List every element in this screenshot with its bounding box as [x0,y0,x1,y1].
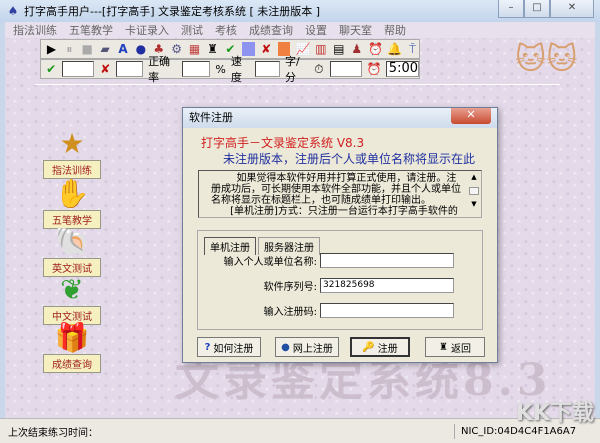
unregistered-notice: 未注册版本，注册后个人或单位名称将显示在此 [223,152,476,166]
stopwatch-icon: ⏱ [314,62,324,76]
scrollbar[interactable]: ▲ ▼ [468,172,480,216]
code-label: 输入注册码: [263,306,317,318]
sidebar-item-scores[interactable]: 🎁 成绩查询 [43,322,101,373]
question-icon: ? [204,341,211,353]
register-button[interactable]: 🔑 注册 [350,337,410,357]
stop-icon[interactable]: ■ [81,42,94,56]
menu-item[interactable]: 指法训练 [13,22,57,38]
dialog-close-button[interactable]: ✕ [451,108,491,124]
window-title: 打字高手用户---[打字高手] 文录鉴定考核系统 [ 未注册版本 ] [24,5,321,18]
menu-item[interactable]: 帮助 [384,22,406,38]
stats-bar: ✔ ✘ 正确率 % 速度 字/分 ⏱ ⏰ 5:00 [40,55,420,84]
users-icon[interactable]: ● [134,42,147,56]
speed-label: 速度 [230,55,242,84]
correct-icon: ✔ [46,62,57,76]
hand-icon: ✋ [54,177,90,210]
menu-item[interactable]: 测试 [181,22,203,38]
shell-icon: 🐚 [54,225,90,258]
font-icon[interactable]: A [117,42,130,56]
nic-id: NIC_ID:04D4C4F1A6A7 [461,425,577,437]
lamp-icon: ♜ [439,341,448,353]
book-icon[interactable]: ▰ [99,42,112,56]
close-button[interactable]: ✕ [550,0,594,18]
sidebar-item-wubi[interactable]: ✋ 五笔教学 [43,178,101,229]
minimize-button[interactable]: – [498,0,524,18]
maximize-button[interactable]: □ [524,0,550,18]
wrong-count [116,61,144,77]
key-icon: 🔑 [362,341,375,353]
sidebar-item-typing-practice[interactable]: ★ 指法训练 [43,128,101,179]
accuracy-value [182,61,211,77]
menu-item[interactable]: 设置 [305,22,327,38]
status-bar: 上次结束练习时间： NIC_ID:04D4C4F1A6A7 [0,418,600,443]
bell-icon[interactable]: 🔔 [387,42,402,56]
sidebar-item-chinese-test[interactable]: ❦ 中文测试 [43,274,101,325]
watermark: KK下载 [515,401,594,426]
correct-count [62,61,95,77]
color-grid-icon[interactable]: ▦ [188,42,201,56]
alarm-clock-icon[interactable]: ⏰ [368,42,383,56]
menu-item[interactable]: 考核 [215,22,237,38]
menu-item[interactable]: 卡证录入 [125,22,169,38]
speed-unit: 字/分 [285,55,300,84]
sidebar-item-english-test[interactable]: 🐚 英文测试 [43,226,101,277]
notebook-icon[interactable]: ▤ [332,42,345,56]
pause-icon[interactable]: ⏸ [63,42,76,56]
info-text-box: 如果觉得本软件好用并打算正式使用，请注册。注册成功后，可长期使用本软件全部功能，… [198,170,482,218]
countdown-timer: 5:00 [385,61,419,77]
name-label: 输入个人或单位名称: [223,256,317,268]
divider [35,84,560,85]
serial-input[interactable]: 321825698 [320,277,454,293]
elapsed-time [329,61,362,77]
bar-chart-icon[interactable]: ▥ [314,42,327,56]
play-icon[interactable]: ▶ [45,42,58,56]
plant-icon: ❦ [60,273,84,306]
app-icon: ♠ [7,4,19,18]
back-button[interactable]: ♜ 返回 [425,337,485,357]
menu-item[interactable]: 五笔教学 [69,22,113,38]
menu-item[interactable]: 聊天室 [339,22,372,38]
speed-value [255,61,281,77]
accuracy-label: 正确率 [148,55,171,84]
menu-item[interactable]: 成绩查询 [249,22,293,38]
online-register-button[interactable]: ● 网上注册 [275,337,339,357]
star-icon: ★ [59,127,85,160]
globe-icon: ● [281,341,290,353]
wrong-icon: ✘ [100,62,111,76]
gift-icon: 🎁 [54,321,90,354]
percent-label: % [215,62,226,76]
people-icon[interactable]: ♟ [350,42,363,56]
register-dialog: 软件注册 ✕ 打字高手－文录鉴定系统 V8.3 未注册版本，注册后个人或单位名称… [182,107,498,363]
how-to-register-button[interactable]: ? 如何注册 [197,337,261,357]
exit-icon[interactable]: ⍑ [406,42,419,56]
lamp-icon[interactable]: ♜ [206,42,219,56]
last-practice-time: 上次结束练习时间： [0,423,455,439]
alarm-clock-icon: ⏰ [366,62,382,76]
menu-bar: 指法训练 五笔教学 卡证录入 测试 考核 成绩查询 设置 聊天室 帮助 [5,22,595,38]
dialog-title: 软件注册 [183,108,497,128]
code-input[interactable] [320,302,454,318]
cats-logo: 🐱🐱 [515,42,578,77]
dialog-heading: 打字高手－文录鉴定系统 V8.3 [201,136,365,150]
serial-label: 软件序列号: [263,281,317,293]
title-bar: ♠ 打字高手用户---[打字高手] 文录鉴定考核系统 [ 未注册版本 ] – □… [0,0,600,22]
info-text: 如果觉得本软件好用并打算正式使用，请注册。注册成功后，可长期使用本软件全部功能，… [211,173,461,217]
cross-icon[interactable]: ✘ [260,42,273,56]
name-input[interactable] [320,252,454,268]
